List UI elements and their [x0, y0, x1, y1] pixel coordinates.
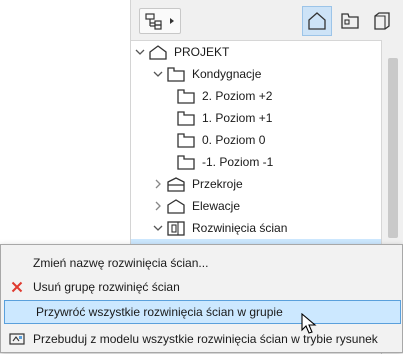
- tree-item-label: 1. Poziom +1: [202, 111, 273, 125]
- story-icon: [175, 131, 197, 149]
- menu-item-label: Usuń grupę rozwinięć ścian: [33, 280, 180, 294]
- rebuild-icon: [6, 332, 28, 346]
- mouse-cursor-icon: [301, 312, 317, 338]
- tree-item-label: 2. Poziom +2: [202, 89, 273, 103]
- tree-item-kondygnacje[interactable]: Kondygnacje: [151, 63, 261, 85]
- menu-item-delete-group[interactable]: Usuń grupę rozwinięć ścian: [2, 275, 401, 299]
- tree-item-label: 0. Poziom 0: [202, 133, 266, 147]
- view-map-button[interactable]: [335, 6, 365, 36]
- menu-item-restore-all[interactable]: Przywróć wszystkie rozwinięcia ścian w g…: [4, 300, 401, 324]
- view-map-icon: [341, 13, 359, 29]
- chevron-right-icon[interactable]: [151, 179, 165, 189]
- menu-item-rename[interactable]: Zmień nazwę rozwinięcia ścian...: [2, 251, 401, 275]
- layout-book-button[interactable]: [367, 6, 397, 36]
- interior-elevation-icon: [165, 219, 187, 237]
- navigator-toolbar: [131, 0, 403, 40]
- tree-item-label: Rozwinięcia ścian: [192, 221, 288, 235]
- menu-item-label: Przywróć wszystkie rozwinięcia ścian w g…: [36, 305, 283, 319]
- elevation-icon: [165, 197, 187, 215]
- tree-item-label: Kondygnacje: [192, 67, 262, 81]
- tree-item-label: -1. Poziom -1: [202, 155, 274, 169]
- chevron-down-icon[interactable]: [133, 47, 147, 57]
- tree-item-story[interactable]: 2. Poziom +2: [175, 85, 272, 107]
- section-icon: [165, 175, 187, 193]
- stories-folder-icon: [165, 65, 187, 83]
- tree-item-label: Przekroje: [192, 177, 243, 191]
- tree-item-label: PROJEKT: [174, 45, 230, 59]
- tree-item-story[interactable]: -1. Poziom -1: [175, 151, 273, 173]
- story-icon: [175, 109, 197, 127]
- project-icon: [147, 43, 169, 61]
- tree-item-label: Elewacje: [192, 199, 241, 213]
- menu-item-label: Przebuduj z modelu wszystkie rozwinięcia…: [33, 332, 378, 346]
- chevron-down-icon[interactable]: [151, 223, 165, 233]
- tree-item-projekt[interactable]: PROJEKT: [133, 41, 229, 63]
- scrollbar-thumb[interactable]: [388, 58, 398, 238]
- chevron-down-icon[interactable]: [151, 69, 165, 79]
- chevron-right-icon[interactable]: [151, 201, 165, 211]
- tree-item-elewacje[interactable]: Elewacje: [151, 195, 240, 217]
- story-icon: [175, 87, 197, 105]
- tree-item-przekroje[interactable]: Przekroje: [151, 173, 243, 195]
- context-menu: Zmień nazwę rozwinięcia ścian... Usuń gr…: [0, 244, 403, 353]
- layout-book-icon: [374, 12, 390, 30]
- menu-item-label: Zmień nazwę rozwinięcia ścian...: [33, 256, 209, 270]
- organizer-dropdown-button[interactable]: [139, 8, 181, 34]
- tree-item-story[interactable]: 0. Poziom 0: [175, 129, 265, 151]
- story-icon: [175, 153, 197, 171]
- menu-item-rebuild[interactable]: Przebuduj z modelu wszystkie rozwinięcia…: [2, 327, 401, 351]
- tree-item-story[interactable]: 1. Poziom +1: [175, 107, 272, 129]
- house-icon: [308, 12, 326, 30]
- project-map-view-button[interactable]: [302, 6, 332, 36]
- delete-x-icon: [6, 281, 28, 293]
- tree-structure-icon: [145, 13, 174, 30]
- tree-item-rozwiniecia[interactable]: Rozwinięcia ścian: [151, 217, 287, 239]
